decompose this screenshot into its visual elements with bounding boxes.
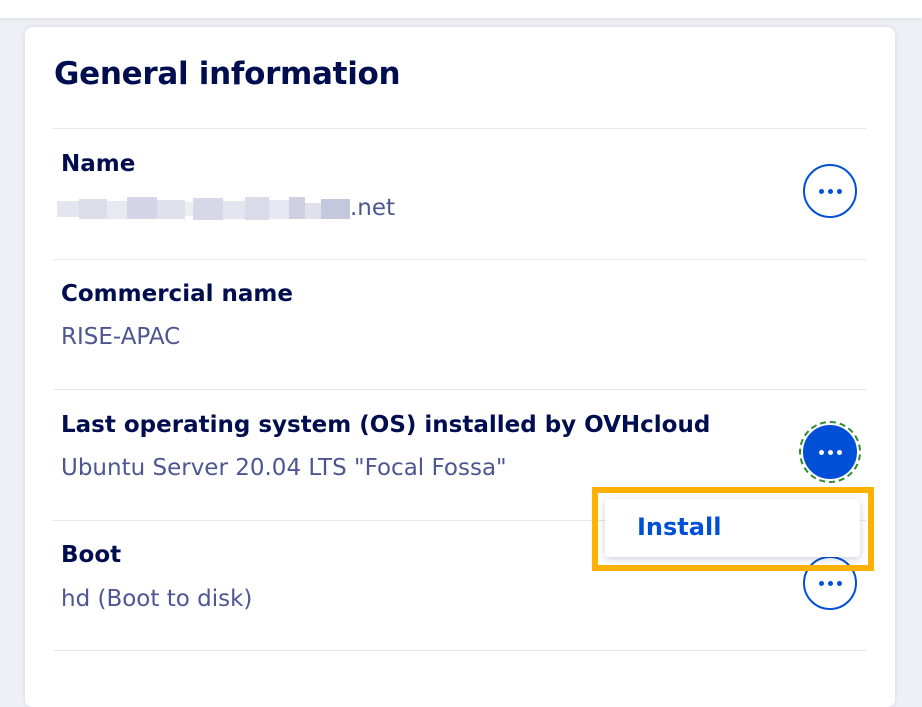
name-value: .net — [350, 195, 396, 221]
boot-value: hd (Boot to disk) — [61, 586, 253, 612]
divider — [53, 389, 866, 390]
highlight-box — [592, 487, 874, 571]
redacted-hostname — [57, 197, 350, 220]
commercial-name-value: RISE-APAC — [61, 324, 181, 350]
ellipsis-icon — [818, 449, 842, 455]
divider — [53, 128, 866, 129]
last-os-value: Ubuntu Server 20.04 LTS "Focal Fossa" — [61, 455, 507, 481]
ellipsis-icon — [818, 188, 842, 194]
ellipsis-icon — [818, 580, 842, 586]
name-label: Name — [61, 151, 136, 177]
commercial-name-label: Commercial name — [61, 281, 293, 307]
last-os-actions-button[interactable] — [799, 421, 861, 483]
top-bar — [0, 0, 922, 18]
page-title: General information — [54, 56, 401, 92]
divider — [53, 259, 866, 260]
last-os-label: Last operating system (OS) installed by … — [61, 412, 711, 438]
name-actions-button[interactable] — [803, 164, 857, 218]
boot-label: Boot — [61, 542, 122, 568]
divider — [53, 650, 866, 651]
